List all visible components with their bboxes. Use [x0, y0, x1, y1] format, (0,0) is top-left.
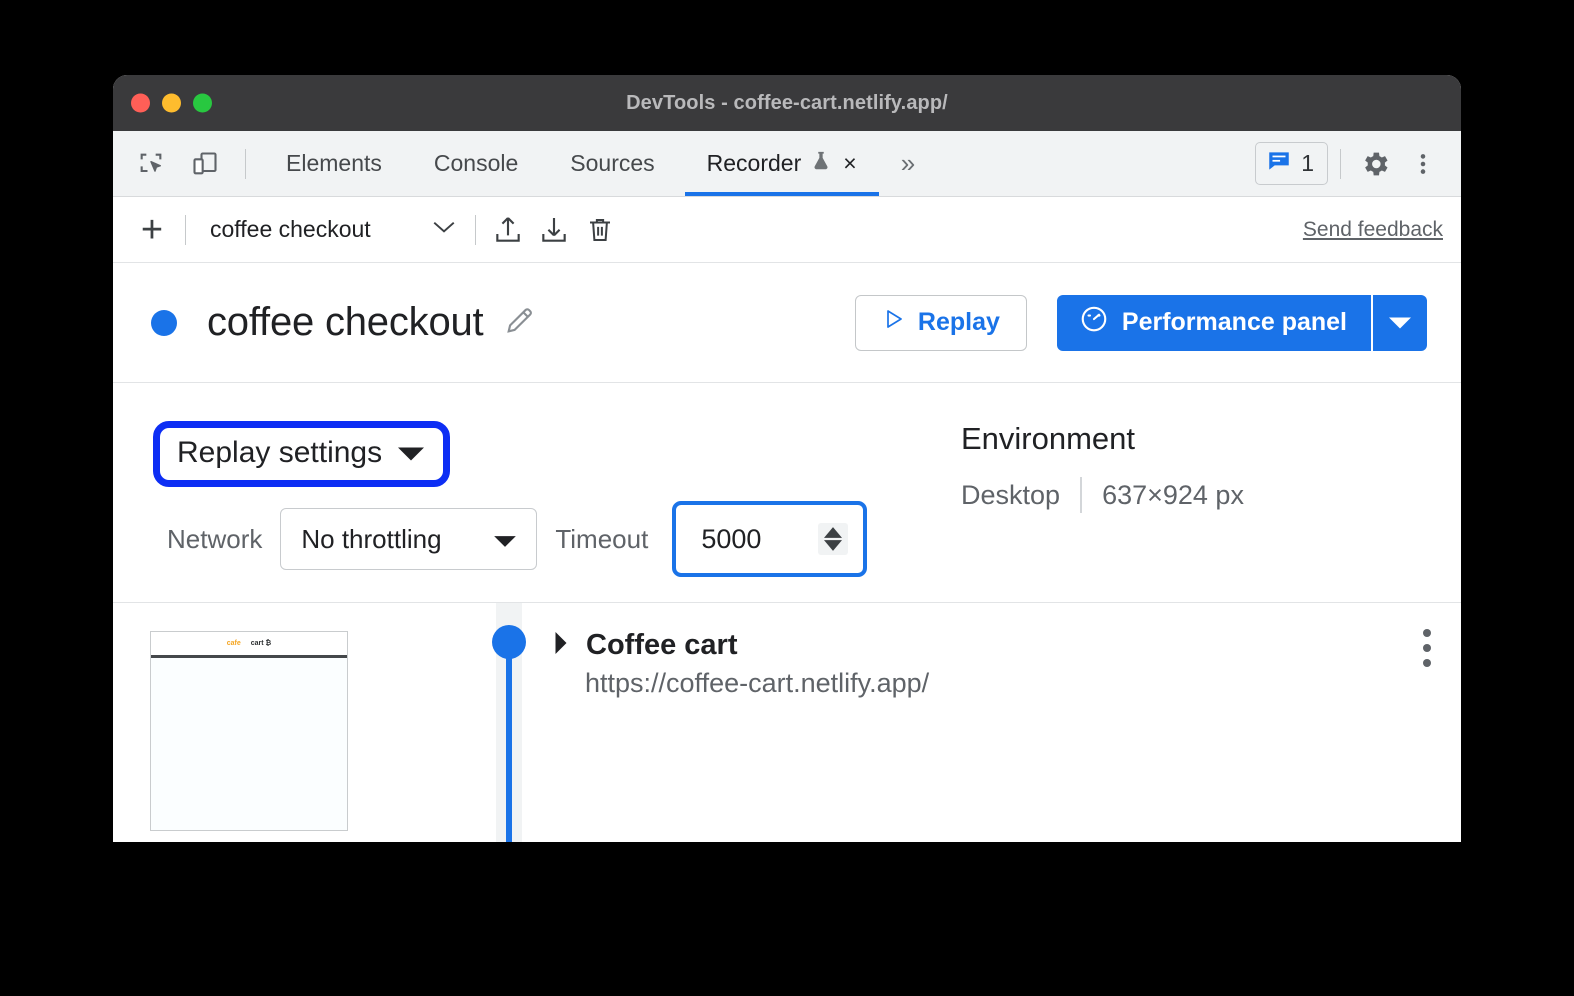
device-toolbar-icon[interactable]	[183, 142, 227, 186]
replay-settings-button[interactable]: Replay settings	[163, 431, 441, 477]
tab-label: Sources	[570, 150, 655, 176]
export-icon[interactable]	[486, 208, 530, 252]
steps-list: cafe cart ₿ Coffee cart https://coffee-c…	[113, 603, 1461, 842]
triangle-right-icon[interactable]	[553, 632, 569, 659]
minimize-window-button[interactable]	[162, 93, 181, 113]
triangle-down-icon	[494, 524, 517, 555]
recording-selector[interactable]: coffee checkout	[196, 208, 465, 252]
actions-divider	[1340, 148, 1341, 179]
step-item[interactable]: Coffee cart https://coffee-cart.netlify.…	[553, 629, 1431, 699]
environment-viewport-size: 637×924 px	[1102, 479, 1244, 510]
replay-settings-label: Replay settings	[177, 436, 383, 469]
step-title: Coffee cart	[586, 629, 738, 661]
speedometer-icon	[1079, 304, 1109, 341]
console-message-count: 1	[1301, 150, 1314, 176]
step-more-vertical-icon[interactable]	[1423, 629, 1431, 667]
environment-details: Desktop 637×924 px	[961, 477, 1244, 513]
tab-bar-tools	[113, 131, 254, 196]
devtools-window: DevTools - coffee-cart.netlify.app/ Elem…	[113, 75, 1461, 842]
thumbnail-label-text: cart ₿	[250, 640, 272, 647]
performance-panel-dropdown-button[interactable]	[1371, 294, 1427, 351]
recording-status-dot	[151, 309, 177, 336]
network-throttling-value: No throttling	[301, 523, 442, 554]
network-label: Network	[167, 523, 263, 554]
tab-bar-actions: 1	[1255, 131, 1461, 196]
environment-title: Environment	[961, 421, 1136, 456]
step-url: https://coffee-cart.netlify.app/	[585, 668, 930, 698]
environment-divider	[1080, 477, 1083, 513]
toolbar-divider	[245, 148, 246, 179]
console-messages-button[interactable]: 1	[1255, 142, 1328, 185]
more-vertical-icon[interactable]	[1401, 142, 1445, 186]
step-timeline-track	[492, 603, 526, 842]
environment-panel: Environment Desktop 637×924 px	[943, 421, 1244, 602]
panel-tabs: Elements Console Sources Recorder × »	[260, 131, 933, 196]
timeout-highlight: 5000	[672, 501, 868, 577]
environment-device: Desktop	[961, 479, 1061, 510]
experiment-flask-icon	[810, 149, 832, 179]
performance-panel-split-button: Performance panel	[1056, 294, 1427, 351]
timeout-label: Timeout	[555, 523, 649, 554]
tab-recorder[interactable]: Recorder ×	[681, 131, 883, 196]
tab-elements[interactable]: Elements	[260, 131, 408, 196]
recorder-toolbar: + coffee checkout Send feedback	[113, 197, 1461, 263]
tab-sources[interactable]: Sources	[544, 131, 680, 196]
play-icon	[882, 307, 906, 338]
thumbnail-header: cafe cart ₿	[151, 632, 347, 658]
gear-icon[interactable]	[1353, 142, 1397, 186]
step-header: Coffee cart	[553, 629, 1431, 662]
recording-header: coffee checkout Replay Performance panel	[113, 263, 1461, 383]
tab-overflow-icon[interactable]: »	[883, 131, 933, 196]
tab-label: Console	[433, 150, 519, 176]
import-icon[interactable]	[532, 208, 576, 252]
recorder-actions-divider	[474, 214, 476, 245]
chevron-down-icon	[431, 219, 457, 240]
send-feedback-link[interactable]: Send feedback	[1303, 218, 1443, 242]
recording-name: coffee checkout	[210, 216, 371, 242]
step-timeline-dot	[492, 625, 526, 659]
tab-console[interactable]: Console	[408, 131, 544, 196]
maximize-window-button[interactable]	[193, 93, 212, 113]
timeout-value: 5000	[701, 523, 762, 554]
step-screenshot-thumbnail: cafe cart ₿	[150, 631, 348, 831]
close-window-button[interactable]	[131, 93, 150, 113]
thumbnail-brand-text: cafe	[226, 640, 241, 647]
network-throttling-select[interactable]: No throttling	[280, 508, 538, 570]
close-tab-icon[interactable]: ×	[843, 152, 856, 175]
replay-settings-highlight: Replay settings	[153, 421, 451, 487]
title-bar: DevTools - coffee-cart.netlify.app/	[113, 75, 1461, 131]
add-recording-button[interactable]: +	[129, 211, 175, 249]
header-actions: Replay Performance panel	[854, 294, 1427, 351]
devtools-tab-bar: Elements Console Sources Recorder × » 1	[113, 131, 1461, 197]
triangle-down-icon	[398, 436, 425, 470]
recorder-toolbar-divider	[185, 214, 186, 245]
tab-label: Recorder	[706, 150, 802, 176]
step-timeline-line	[506, 658, 512, 842]
replay-settings-section: Replay settings Network No throttling Ti…	[113, 383, 1461, 603]
console-message-icon	[1266, 148, 1292, 179]
replay-button-label: Replay	[917, 308, 1000, 336]
inspect-element-icon[interactable]	[129, 142, 173, 186]
performance-panel-button[interactable]: Performance panel	[1056, 294, 1371, 351]
replay-settings-left: Replay settings Network No throttling Ti…	[113, 421, 943, 602]
traffic-lights[interactable]	[131, 93, 212, 113]
performance-panel-label: Performance panel	[1121, 308, 1347, 336]
window-title: DevTools - coffee-cart.netlify.app/	[626, 91, 948, 114]
replay-settings-controls: Network No throttling Timeout 5000	[153, 501, 943, 577]
pencil-icon[interactable]	[503, 303, 537, 342]
page-title: coffee checkout	[207, 300, 484, 344]
trash-icon[interactable]	[578, 208, 622, 252]
timeout-stepper[interactable]	[818, 523, 849, 555]
replay-button[interactable]: Replay	[854, 294, 1027, 351]
tab-label: Elements	[286, 150, 382, 176]
timeout-input[interactable]: 5000	[677, 506, 863, 572]
